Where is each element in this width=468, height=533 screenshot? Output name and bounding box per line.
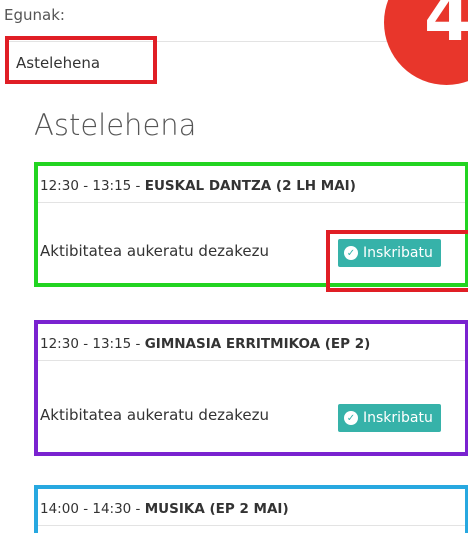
activity-time: 14:00 - 14:30 - — [40, 501, 145, 517]
activity-time-title: 12:30 - 13:15 - GIMNASIA ERRITMIKOA (EP … — [40, 336, 370, 352]
activity-title: MUSIKA (EP 2 MAI) — [144, 501, 289, 517]
activity-message: Aktibitatea aukeratu dezakezu — [40, 406, 269, 424]
activity-time: 12:30 - 13:15 - — [40, 336, 145, 352]
activity-time-title: 12:30 - 13:15 - EUSKAL DANTZA (2 LH MAI) — [40, 178, 356, 194]
day-select-highlight-box — [5, 36, 157, 84]
activity-message: Aktibitatea aukeratu dezakezu — [40, 242, 269, 260]
activity-card: 12:30 - 13:15 - GIMNASIA ERRITMIKOA (EP … — [34, 320, 468, 456]
activity-time-title: 14:00 - 14:30 - MUSIKA (EP 2 MAI) — [40, 501, 289, 517]
check-circle-icon: ✓ — [344, 411, 358, 425]
phone-screen: Egunak: Astelehena Astelehena 12:30 - 13… — [0, 0, 468, 533]
card-divider — [38, 360, 465, 361]
activity-card: 14:00 - 14:30 - MUSIKA (EP 2 MAI) — [34, 485, 468, 533]
card-divider — [38, 525, 465, 526]
device-frame: Egunak: Astelehena Astelehena 12:30 - 13… — [0, 0, 468, 533]
inskribatu-button[interactable]: ✓ Inskribatu — [338, 404, 441, 432]
button-highlight-box — [326, 230, 468, 292]
activity-time: 12:30 - 13:15 - — [40, 178, 145, 194]
step-number: 4 — [424, 0, 468, 57]
day-field-label: Egunak: — [4, 6, 65, 24]
card-divider — [38, 202, 465, 203]
inskribatu-button-label: Inskribatu — [363, 410, 433, 426]
day-heading: Astelehena — [34, 108, 197, 142]
activity-title: EUSKAL DANTZA (2 LH MAI) — [144, 178, 356, 194]
activity-title: GIMNASIA ERRITMIKOA (EP 2) — [144, 336, 371, 352]
